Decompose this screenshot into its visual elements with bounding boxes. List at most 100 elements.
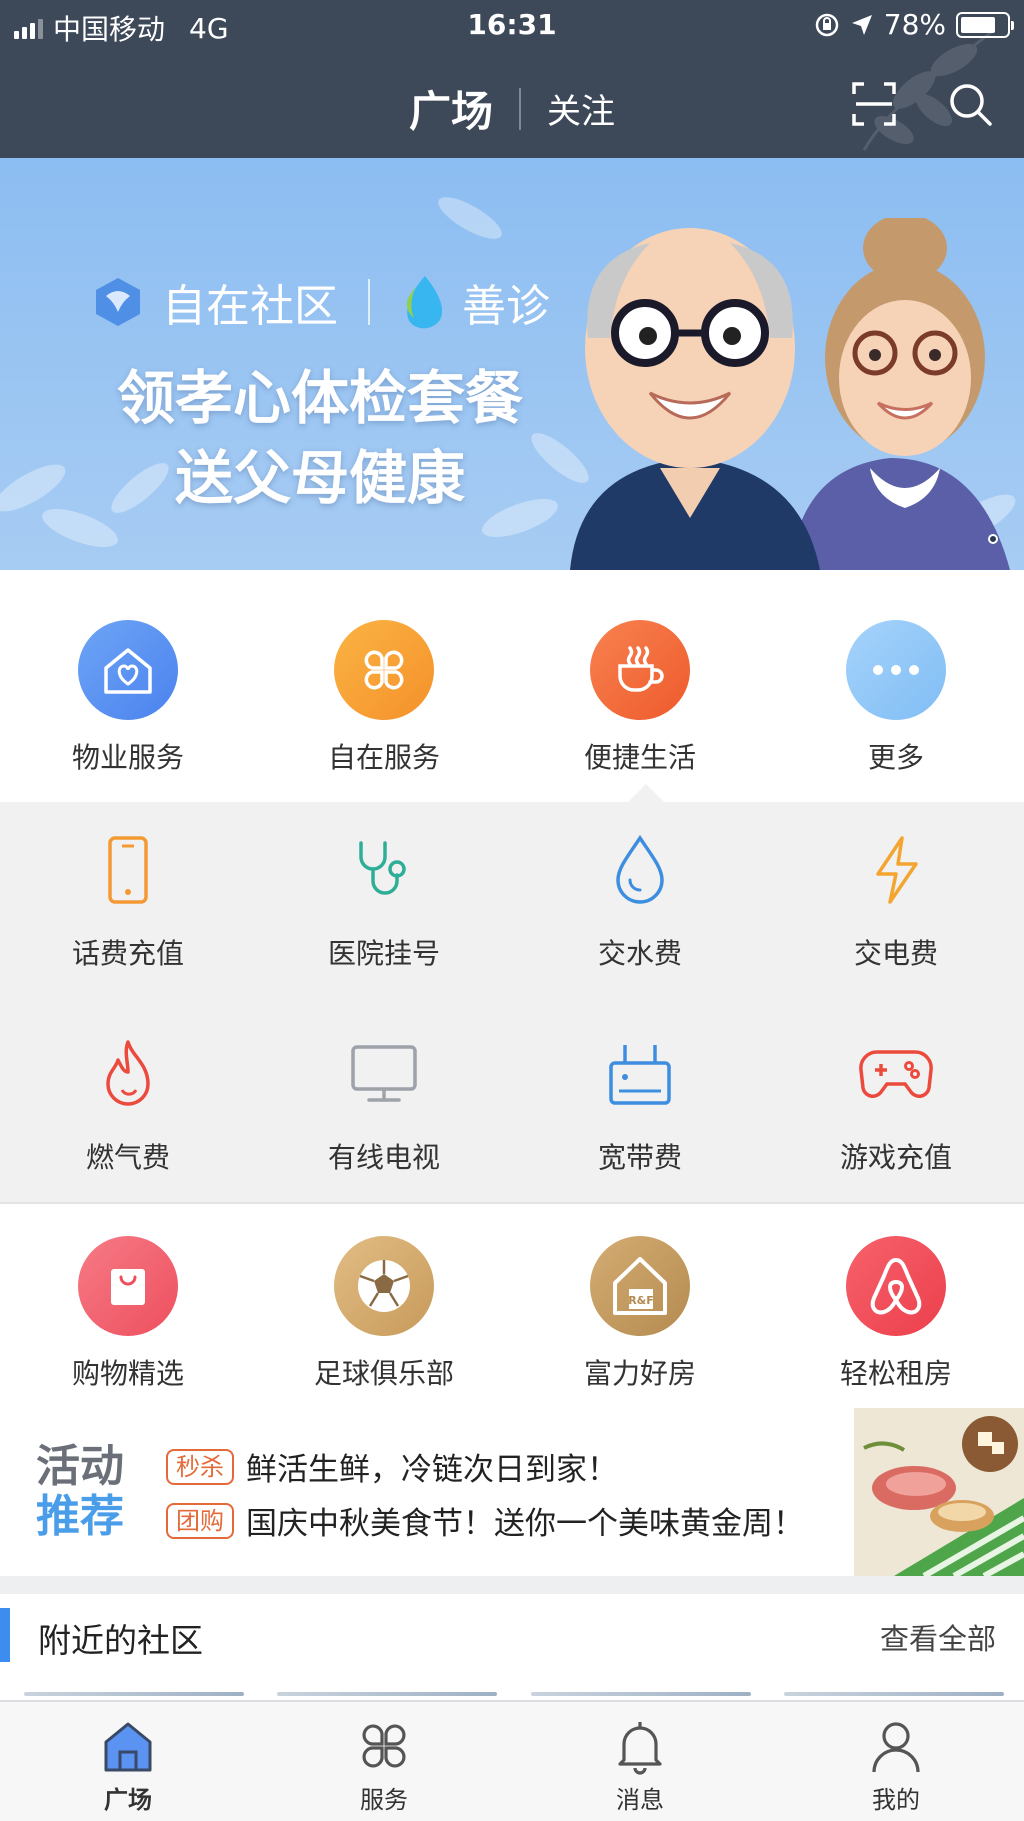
service-cable-tv[interactable]: 有线电视 (256, 1034, 512, 1176)
rf-badge-text: R&F (628, 1294, 654, 1307)
service-label: 燃气费 (85, 1141, 170, 1174)
partner-label: 足球俱乐部 (313, 1357, 454, 1390)
partner-shopping[interactable]: 购物精选 (0, 1236, 256, 1392)
bottom-tab-bar: 广场 服务 消息 我的 (0, 1700, 1024, 1821)
nearby-communities: 附近的社区 查看全部 (0, 1594, 1024, 1704)
banner-title-line1: 领孝心体检套餐 (116, 364, 523, 432)
activity-recommendation: 活动 推荐 秒杀 鲜活生鲜，冷链次日到家！ 团购 国庆中秋美食节！送你一个美味黄… (0, 1408, 1024, 1576)
service-label: 宽带费 (597, 1141, 682, 1174)
gamepad-icon (856, 1034, 936, 1114)
home-icon (104, 1722, 152, 1772)
service-broadband[interactable]: 宽带费 (512, 1034, 768, 1176)
service-label: 有线电视 (327, 1141, 440, 1174)
service-electricity-bill[interactable]: 交电费 (768, 830, 1024, 972)
activity-item-group-buy[interactable]: 团购 国庆中秋美食节！送你一个美味黄金周！ (166, 1498, 804, 1543)
service-hospital-registration[interactable]: 医院挂号 (256, 830, 512, 972)
service-water-bill[interactable]: 交水费 (512, 830, 768, 972)
community-logo-icon (96, 278, 140, 326)
top-header: 中国移动 4G 16:31 78% 广场 关注 (0, 0, 1024, 158)
view-all-link[interactable]: 查看全部 (880, 1616, 996, 1658)
nearby-title: 附近的社区 (38, 1621, 203, 1660)
flame-icon (88, 1034, 168, 1114)
category-convenient-life[interactable]: 便捷生活 (512, 620, 768, 776)
category-label: 物业服务 (71, 741, 184, 774)
lightning-icon (856, 830, 936, 910)
location-arrow-icon (851, 14, 872, 35)
tv-icon (344, 1034, 424, 1114)
category-label: 更多 (867, 741, 924, 774)
brand-shanzhen: 善诊 (462, 281, 550, 332)
category-zizai-service[interactable]: 自在服务 (256, 620, 512, 776)
community-card[interactable] (530, 1692, 751, 1696)
service-label: 交水费 (597, 937, 682, 970)
scan-icon[interactable] (850, 80, 898, 128)
activity-title-line2: 推荐 (36, 1491, 124, 1542)
partner-label: 富力好房 (583, 1357, 696, 1390)
elderly-couple-illustration (570, 218, 1010, 570)
partner-football-club[interactable]: 足球俱乐部 (256, 1236, 512, 1392)
brand-community: 自在社区 (162, 281, 338, 332)
battery-percent: 78% (883, 8, 946, 41)
community-card[interactable] (783, 1692, 1004, 1696)
airbnb-icon (846, 1236, 946, 1336)
service-phone-recharge[interactable]: 话费充值 (0, 830, 256, 972)
category-property-service[interactable]: 物业服务 (0, 620, 256, 776)
nav-bar: 广场 关注 (0, 60, 1024, 150)
tabbar-item-services[interactable]: 服务 (256, 1702, 512, 1821)
tabbar-label: 广场 (104, 1786, 152, 1814)
tabbar-item-square[interactable]: 广场 (0, 1702, 256, 1821)
food-photo[interactable] (854, 1408, 1024, 1576)
service-game-recharge[interactable]: 游戏充值 (768, 1034, 1024, 1176)
panel-pointer (628, 784, 664, 802)
phone-icon (88, 830, 168, 910)
status-bar: 中国移动 4G 16:31 78% (0, 0, 1024, 52)
activity-item-flash-sale[interactable]: 秒杀 鲜活生鲜，冷链次日到家！ (166, 1444, 618, 1489)
clover-grid-icon (334, 620, 434, 720)
orientation-lock-icon (815, 13, 839, 36)
service-label: 游戏充值 (839, 1141, 952, 1174)
promo-banner[interactable]: 自在社区 善诊 领孝心体检套餐 送父母健康 (0, 158, 1024, 570)
water-drop-icon (600, 830, 680, 910)
tabbar-label: 消息 (616, 1786, 664, 1814)
tab-follow[interactable]: 关注 (521, 84, 615, 133)
service-row-1: 话费充值 医院挂号 交水费 交电费 (0, 830, 1024, 972)
tabbar-item-mine[interactable]: 我的 (768, 1702, 1024, 1821)
partner-easy-rental[interactable]: 轻松租房 (768, 1236, 1024, 1392)
community-cards-peek (24, 1692, 1004, 1698)
category-more[interactable]: 更多 (768, 620, 1024, 776)
shopping-bag-icon (78, 1236, 178, 1336)
community-card[interactable] (24, 1692, 244, 1696)
category-label: 便捷生活 (583, 741, 696, 774)
carousel-indicator (988, 534, 998, 544)
activity-title-line1: 活动 (36, 1441, 124, 1492)
activity-text: 国庆中秋美食节！送你一个美味黄金周！ (246, 1506, 804, 1542)
service-gas-bill[interactable]: 燃气费 (0, 1034, 256, 1176)
house-rf-icon: R&F (590, 1236, 690, 1336)
activity-tag: 团购 (166, 1502, 234, 1539)
banner-brand: 自在社区 善诊 (92, 270, 550, 334)
activity-tag: 秒杀 (166, 1448, 234, 1485)
coffee-cup-icon (590, 620, 690, 720)
services-grid-icon (362, 1724, 406, 1768)
search-icon[interactable] (946, 80, 994, 128)
service-row-2: 燃气费 有线电视 宽带费 游戏充值 (0, 1034, 1024, 1176)
section-gap (0, 1576, 1024, 1594)
brand-separator (368, 279, 370, 325)
tab-square[interactable]: 广场 (409, 78, 519, 139)
service-label: 话费充值 (71, 937, 184, 970)
tabbar-item-messages[interactable]: 消息 (512, 1702, 768, 1821)
service-label: 交电费 (853, 937, 938, 970)
section-accent-bar (0, 1608, 10, 1662)
stethoscope-icon (344, 830, 424, 910)
activity-title: 活动 推荐 (36, 1442, 124, 1542)
banner-title: 领孝心体检套餐 送父母健康 (60, 358, 580, 518)
shanzhen-logo-icon (406, 276, 443, 329)
partner-rf-properties[interactable]: R&F 富力好房 (512, 1236, 768, 1392)
tabbar-label: 服务 (360, 1786, 408, 1814)
bell-icon (618, 1722, 662, 1775)
profile-icon (872, 1722, 920, 1773)
community-card[interactable] (277, 1692, 498, 1696)
football-icon (334, 1236, 434, 1336)
battery-icon (956, 11, 1014, 38)
category-row: 物业服务 自在服务 便捷生活 更多 (0, 620, 1024, 776)
